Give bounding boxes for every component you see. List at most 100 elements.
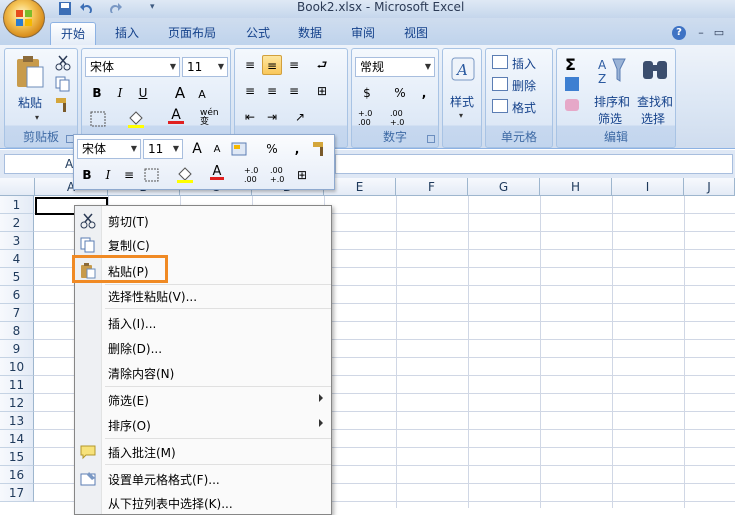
row-header[interactable]: 7: [0, 304, 34, 322]
shrink-font-button[interactable]: A: [192, 85, 212, 105]
mini-font-size-select[interactable]: 11 ▼: [143, 139, 183, 159]
menu-cut[interactable]: 剪切(T): [75, 209, 331, 233]
mini-shrink-font-button[interactable]: A: [207, 140, 227, 160]
restore-icon[interactable]: ▭: [712, 26, 726, 40]
delete-cells-button[interactable]: 删除: [512, 77, 536, 94]
row-header[interactable]: 14: [0, 430, 34, 448]
increase-decimal-button[interactable]: +.0 .00: [358, 109, 372, 127]
mini-format-painter-icon[interactable]: [312, 141, 328, 157]
wrap-text-icon[interactable]: ⮐: [312, 55, 332, 75]
font-size-select[interactable]: 11 ▼: [182, 57, 228, 77]
row-header[interactable]: 15: [0, 448, 34, 466]
menu-copy[interactable]: 复制(C): [75, 233, 331, 257]
row-header[interactable]: 8: [0, 322, 34, 340]
italic-button[interactable]: I: [110, 83, 130, 103]
row-header[interactable]: 2: [0, 214, 34, 232]
mini-font-name-select[interactable]: 宋体 ▼: [77, 139, 141, 159]
phonetic-icon[interactable]: wén 变: [200, 109, 219, 127]
mini-italic-button[interactable]: I: [98, 165, 118, 185]
tab-page-layout[interactable]: 页面布局: [160, 22, 224, 45]
row-header[interactable]: 4: [0, 250, 34, 268]
borders-icon[interactable]: [90, 111, 110, 127]
column-header[interactable]: J: [684, 178, 735, 196]
redo-icon[interactable]: [108, 2, 122, 15]
decrease-indent-icon[interactable]: ⇤: [240, 107, 260, 127]
ribbon-minimize-icon[interactable]: –: [694, 26, 708, 40]
styles-button[interactable]: 样式: [450, 93, 474, 110]
comma-button[interactable]: ,: [414, 83, 434, 103]
tab-home[interactable]: 开始: [50, 22, 96, 45]
increase-indent-icon[interactable]: ⇥: [262, 107, 282, 127]
mini-comma-button[interactable]: ,: [287, 139, 307, 159]
autosum-icon[interactable]: Σ: [565, 55, 576, 74]
row-header[interactable]: 12: [0, 394, 34, 412]
fill-color-icon[interactable]: [126, 109, 146, 129]
menu-insert-comment[interactable]: 插入批注(M): [75, 440, 331, 464]
undo-icon[interactable]: [80, 2, 94, 15]
mini-percent-button[interactable]: %: [262, 139, 282, 159]
formula-input[interactable]: [335, 154, 733, 174]
mini-merge-center-icon[interactable]: ⊞: [292, 165, 312, 185]
row-header[interactable]: 13: [0, 412, 34, 430]
styles-dropdown-icon[interactable]: ▾: [459, 111, 463, 120]
row-header[interactable]: 9: [0, 340, 34, 358]
align-right-icon[interactable]: ≡: [284, 81, 304, 101]
currency-icon[interactable]: $: [357, 83, 377, 103]
font-color-icon[interactable]: A: [168, 107, 184, 124]
copy-icon[interactable]: [55, 76, 71, 92]
sort-filter-button[interactable]: 排序和: [594, 93, 630, 110]
cut-icon[interactable]: [55, 55, 71, 71]
column-header[interactable]: F: [396, 178, 468, 196]
row-header[interactable]: 3: [0, 232, 34, 250]
qat-customize-icon[interactable]: ▾: [150, 2, 155, 12]
tab-formulas[interactable]: 公式: [236, 22, 280, 45]
mini-decrease-decimal-button[interactable]: .00 +.0: [270, 166, 284, 184]
align-left-icon[interactable]: ≡: [240, 81, 260, 101]
menu-paste-special[interactable]: 选择性粘贴(V)...: [75, 284, 331, 308]
mini-font-color-icon[interactable]: A: [210, 164, 224, 180]
mini-grow-font-button[interactable]: A: [187, 139, 207, 159]
column-header[interactable]: G: [468, 178, 540, 196]
number-launcher-icon[interactable]: [427, 135, 435, 143]
paste-button[interactable]: 粘贴: [18, 94, 42, 111]
align-top-icon[interactable]: ≡: [240, 55, 260, 75]
mini-increase-decimal-button[interactable]: +.0 .00: [244, 166, 258, 184]
name-box[interactable]: A: [4, 154, 84, 174]
mini-fill-color-icon[interactable]: [176, 166, 194, 184]
tab-insert[interactable]: 插入: [105, 22, 149, 45]
tab-data[interactable]: 数据: [288, 22, 332, 45]
styles-icon[interactable]: A: [451, 57, 475, 81]
paste-icon[interactable]: [15, 55, 45, 89]
merge-center-icon[interactable]: ⊞: [312, 81, 332, 101]
format-cells-button[interactable]: 格式: [512, 99, 536, 116]
save-icon[interactable]: [58, 2, 72, 15]
row-header[interactable]: 6: [0, 286, 34, 304]
format-painter-icon[interactable]: [55, 97, 71, 113]
align-center-icon[interactable]: ≡: [262, 81, 282, 101]
menu-clear-contents[interactable]: 清除内容(N): [75, 361, 331, 385]
row-header[interactable]: 5: [0, 268, 34, 286]
mini-cell-styles-icon[interactable]: [231, 141, 249, 157]
menu-format-cells[interactable]: 设置单元格格式(F)...: [75, 467, 331, 491]
grow-font-button[interactable]: A: [170, 83, 190, 103]
help-icon[interactable]: ?: [672, 26, 686, 40]
align-middle-icon[interactable]: ≡: [262, 55, 282, 75]
underline-button[interactable]: U: [133, 83, 153, 103]
orientation-icon[interactable]: ↗: [290, 107, 310, 127]
number-format-select[interactable]: 常规 ▼: [355, 57, 435, 77]
percent-button[interactable]: %: [390, 83, 410, 103]
column-header[interactable]: H: [540, 178, 612, 196]
select-all-corner[interactable]: [0, 178, 35, 196]
find-select-button[interactable]: 查找和: [637, 93, 673, 110]
font-name-select[interactable]: 宋体 ▼: [85, 57, 180, 77]
menu-filter[interactable]: 筛选(E): [75, 388, 331, 412]
row-header[interactable]: 16: [0, 466, 34, 484]
decrease-decimal-button[interactable]: .00 +.0: [390, 109, 404, 127]
row-header[interactable]: 10: [0, 358, 34, 376]
menu-delete[interactable]: 删除(D)...: [75, 336, 331, 360]
row-header[interactable]: 11: [0, 376, 34, 394]
tab-view[interactable]: 视图: [394, 22, 438, 45]
fill-icon[interactable]: [565, 77, 579, 91]
paste-dropdown-icon[interactable]: ▾: [35, 113, 39, 122]
mini-align-center-icon[interactable]: ≡: [119, 165, 139, 185]
